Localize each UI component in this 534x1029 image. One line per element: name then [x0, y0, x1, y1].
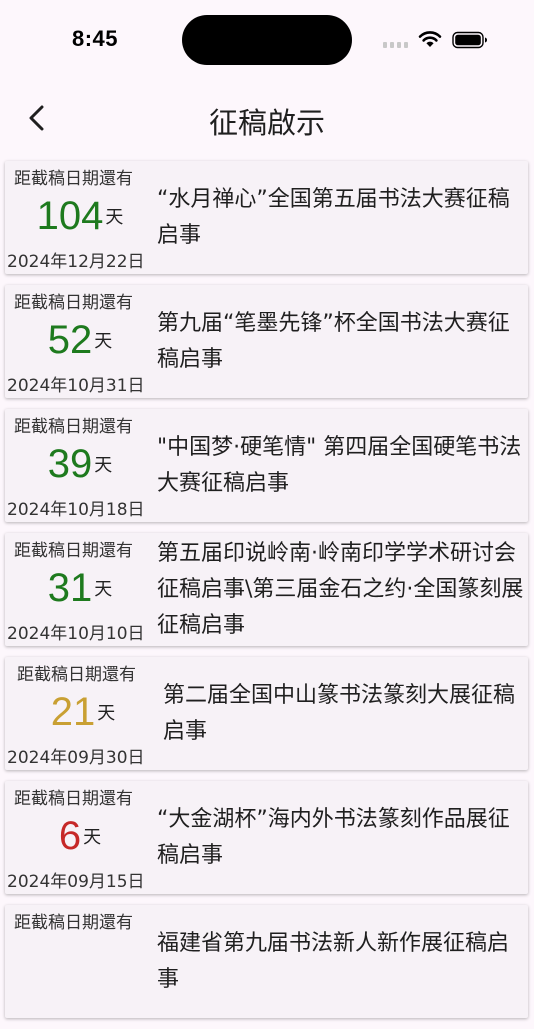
countdown: 距截稿日期還有 31 天 2024年10月10日 [5, 533, 155, 646]
days-remaining: 31 [47, 566, 93, 610]
notice-title: 福建省第九届书法新人新作展征稿启事 [157, 930, 510, 992]
notice-title: 第二届全国中山篆书法篆刻大展征稿启事 [163, 682, 516, 744]
countdown-value: 6天 [5, 809, 155, 863]
countdown-label: 距截稿日期還有 [14, 913, 133, 933]
days-remaining: 39 [47, 442, 93, 486]
notice-card[interactable]: 距截稿日期還有 21 天 2024年09月30日 第二届全国中山篆书法篆刻大展征稿… [5, 657, 528, 770]
notice-card[interactable]: 距截稿日期還有 52 天 2024年10月31日 第九届“笔墨先锋”杯全国书法大赛… [5, 285, 528, 398]
battery-icon [452, 31, 488, 49]
days-unit: 天 [83, 827, 102, 848]
countdown-value: 31 天 [5, 561, 155, 615]
countdown-value: 21 天 [5, 685, 161, 739]
notice-title: “大金湖杯”海内外书法篆刻作品展征稿启事 [157, 806, 510, 868]
deadline-date: 2024年10月31日 [7, 376, 145, 396]
countdown-value: 104 天 [5, 189, 155, 243]
notice-card[interactable]: 距截稿日期還有 福建省第九届书法新人新作展征稿启事 [5, 905, 528, 1018]
deadline-date: 2024年10月18日 [7, 500, 145, 520]
deadline-date: 2024年10月10日 [7, 624, 145, 644]
status-time: 8:45 [72, 26, 119, 51]
countdown: 距截稿日期還有 21 天 2024年09月30日 [5, 657, 161, 770]
days-unit: 天 [94, 331, 113, 352]
notice-card[interactable]: 距截稿日期還有 6天 2024年09月15日 “大金湖杯”海内外书法篆刻作品展征… [5, 781, 528, 894]
countdown: 距截稿日期還有 [5, 905, 155, 1018]
countdown-label: 距截稿日期還有 [14, 169, 133, 189]
status-bar: 8:45 [0, 0, 534, 80]
wifi-icon [418, 30, 442, 48]
days-unit: 天 [105, 207, 124, 228]
countdown-value: 39 天 [5, 437, 155, 491]
cellular-signal-icon [383, 42, 409, 48]
dynamic-island [182, 15, 352, 65]
countdown-label: 距截稿日期還有 [14, 541, 133, 561]
notice-card[interactable]: 距截稿日期還有 104 天 2024年12月22日 “水月禅心”全国第五届书法大赛… [5, 161, 528, 274]
days-remaining: 104 [36, 194, 104, 238]
days-unit: 天 [97, 703, 116, 724]
notice-card[interactable]: 距截稿日期還有 31 天 2024年10月10日 第五届印说岭南·岭南印学学术研讨… [5, 533, 528, 646]
countdown-value: 52 天 [5, 313, 155, 367]
days-remaining: 21 [50, 690, 96, 734]
countdown: 距截稿日期還有 104 天 2024年12月22日 [5, 161, 155, 274]
days-unit: 天 [94, 455, 113, 476]
countdown-label: 距截稿日期還有 [14, 293, 133, 313]
notice-list: 距截稿日期還有 104 天 2024年12月22日 “水月禅心”全国第五届书法大赛… [5, 161, 528, 1029]
days-remaining: 6 [58, 814, 82, 858]
deadline-date: 2024年09月15日 [7, 872, 145, 892]
countdown-label: 距截稿日期還有 [14, 789, 133, 809]
deadline-date: 2024年12月22日 [7, 252, 145, 272]
countdown-label: 距截稿日期還有 [17, 665, 136, 685]
notice-title: 第九届“笔墨先锋”杯全国书法大赛征稿启事 [157, 310, 510, 372]
countdown: 距截稿日期還有 39 天 2024年10月18日 [5, 409, 155, 522]
days-remaining: 52 [47, 318, 93, 362]
deadline-date: 2024年09月30日 [7, 748, 145, 768]
countdown-value [5, 933, 155, 987]
days-unit: 天 [94, 579, 113, 600]
notice-title: “水月禅心”全国第五届书法大赛征稿启事 [157, 186, 510, 248]
countdown-label: 距截稿日期還有 [14, 417, 133, 437]
notice-title: 第五届印说岭南·岭南印学学术研讨会征稿启事\第三届金石之约·全国篆刻展征稿启事 [157, 540, 524, 638]
notice-title: "中国梦·硬笔情" 第四届全国硬笔书法大赛征稿启事 [157, 434, 522, 496]
countdown: 距截稿日期還有 52 天 2024年10月31日 [5, 285, 155, 398]
app-bar: 征稿啟示 [0, 88, 534, 150]
notice-card[interactable]: 距截稿日期還有 39 天 2024年10月18日 "中国梦·硬笔情" 第四届全国硬… [5, 409, 528, 522]
countdown: 距截稿日期還有 6天 2024年09月15日 [5, 781, 155, 894]
page-title: 征稿啟示 [208, 106, 325, 140]
